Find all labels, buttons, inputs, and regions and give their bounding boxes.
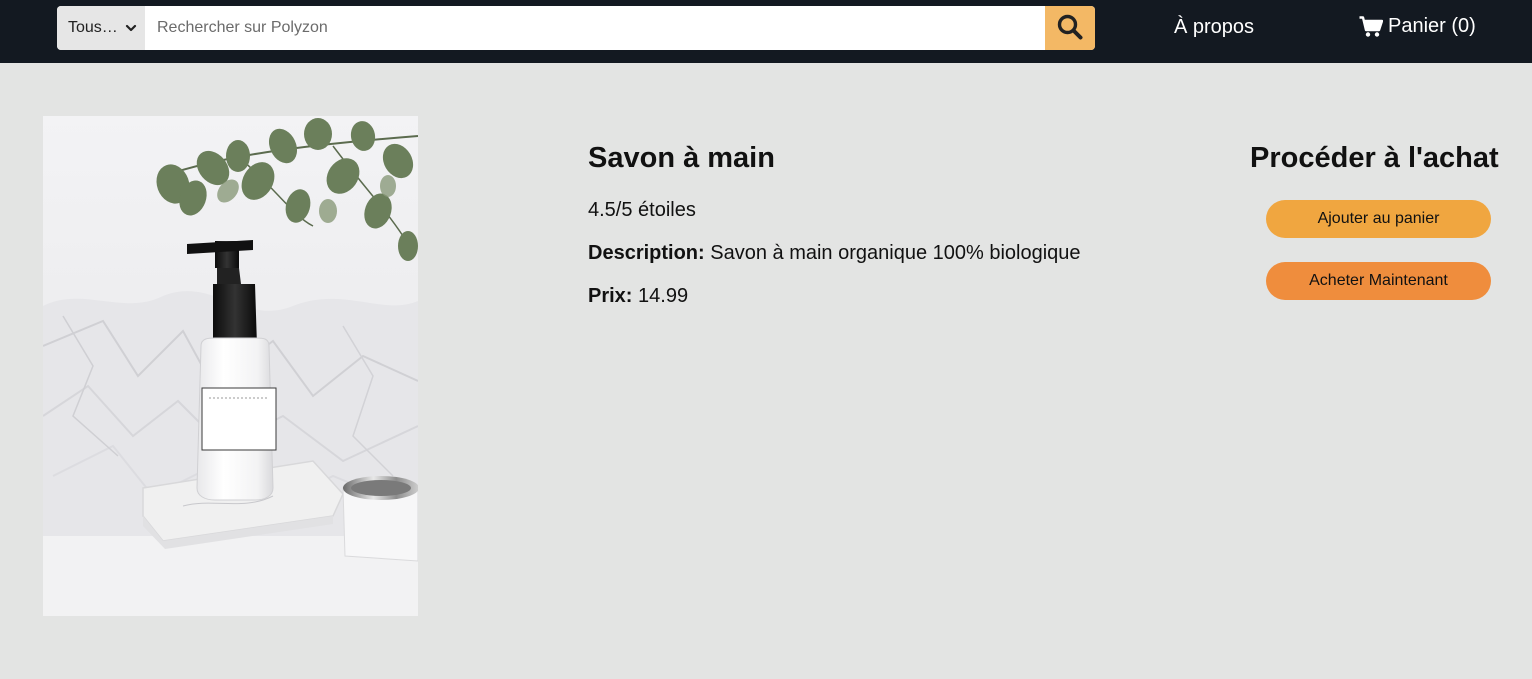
buy-now-button[interactable]: Acheter Maintenant: [1266, 262, 1491, 300]
search-category-label: Tous…: [68, 19, 118, 36]
description-label: Description:: [588, 242, 705, 264]
description-text: Savon à main organique 100% biologique: [710, 242, 1081, 264]
purchase-title: Procéder à l'achat: [1250, 142, 1499, 174]
search-bar: Tous…: [57, 6, 1095, 50]
product-image: [43, 116, 418, 616]
price-value: 14.99: [638, 285, 689, 307]
about-link[interactable]: À propos: [1174, 16, 1254, 39]
price-label: Prix:: [588, 285, 633, 307]
search-icon: [1057, 14, 1083, 43]
search-input[interactable]: [145, 6, 1045, 50]
cart-link[interactable]: Panier (0): [1359, 15, 1476, 38]
product-rating: 4.5/5 étoiles: [588, 199, 696, 221]
cart-label: Panier (0): [1388, 15, 1476, 37]
top-navigation-bar: Tous… À propos Panier (0): [0, 0, 1532, 63]
search-category-select[interactable]: Tous…: [57, 6, 145, 50]
search-button[interactable]: [1045, 6, 1095, 50]
product-info: Savon à main 4.5/5 étoiles Description: …: [588, 141, 1148, 307]
chevron-down-icon: [125, 22, 137, 34]
product-price: Prix: 14.99: [588, 285, 1148, 307]
product-description: Description: Savon à main organique 100%…: [588, 242, 1148, 264]
product-title: Savon à main: [588, 142, 775, 174]
add-to-cart-button[interactable]: Ajouter au panier: [1266, 200, 1491, 238]
shopping-cart-icon: [1359, 15, 1383, 38]
